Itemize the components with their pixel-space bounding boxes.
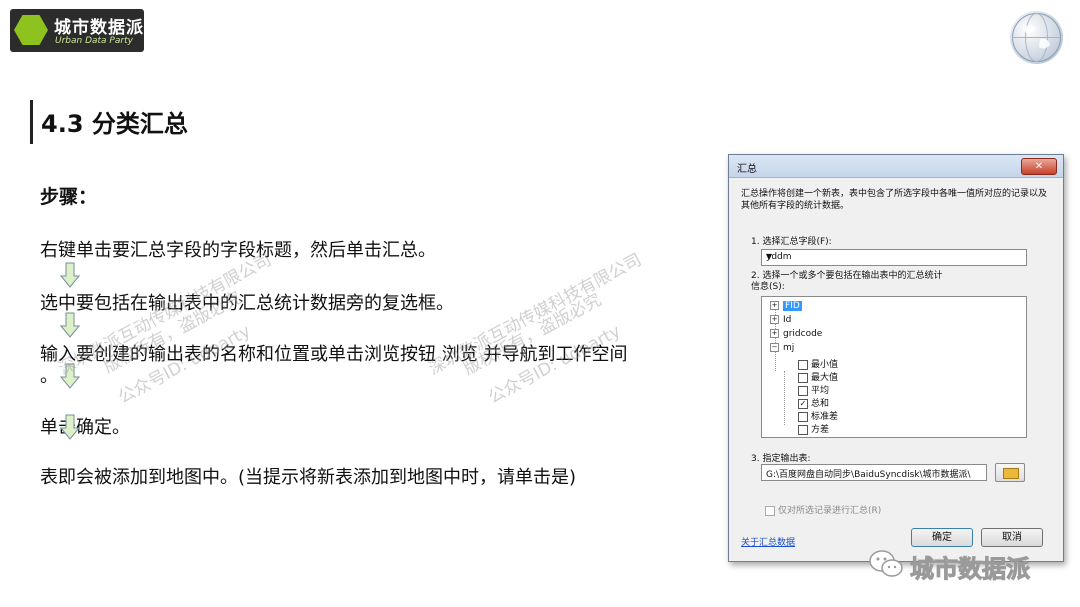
tree-node-label: gridcode — [783, 329, 823, 339]
checkbox-disabled[interactable] — [765, 505, 775, 516]
slide-title: 4.3 分类汇总 — [41, 110, 188, 138]
summarize-dialog: 汇总 ✕ 汇总操作将创建一个新表，表中包含了所选字段中各唯一值所对应的记录以及其… — [728, 154, 1064, 562]
output-table-path: G:\百度网盘自动同步\BaiduSyncdisk\城市数据派\ — [766, 470, 971, 480]
checkbox[interactable] — [798, 411, 808, 422]
selected-only-checkbox[interactable]: 仅对所选记录进行汇总(R) — [765, 503, 881, 516]
logo-name-en: Urban Data Party — [55, 36, 133, 46]
selected-only-label: 仅对所选记录进行汇总(R) — [778, 506, 882, 516]
wechat-icon — [869, 550, 903, 577]
folder-icon — [1003, 468, 1019, 479]
stat-checkbox-variance[interactable]: 方差 — [798, 422, 829, 435]
about-summarize-link[interactable]: 关于汇总数据 — [741, 535, 795, 548]
tree-node-label: mj — [783, 343, 795, 353]
stat-label: 方差 — [811, 425, 830, 435]
step1-label: 1. 选择汇总字段(F): — [751, 237, 832, 247]
checkbox[interactable] — [798, 372, 808, 383]
stat-label: 标准差 — [811, 412, 839, 422]
stat-label: 最大值 — [811, 373, 839, 383]
expand-icon[interactable]: + — [770, 301, 779, 310]
checkbox[interactable] — [798, 359, 808, 370]
logo-mark-icon — [14, 15, 48, 45]
tree-node-id[interactable]: + Id — [770, 315, 791, 325]
tree-node-gridcode[interactable]: + gridcode — [770, 329, 822, 339]
down-arrow-icon — [60, 363, 80, 389]
stat-checkbox-stddev[interactable]: 标准差 — [798, 409, 838, 422]
checkbox[interactable] — [798, 424, 808, 435]
step3-label: 3. 指定输出表: — [751, 454, 811, 464]
step-text-3: 输入要创建的输出表的名称和位置或单击浏览按钮 浏览 并导航到工作空间 — [40, 344, 628, 365]
down-arrow-icon — [60, 262, 80, 288]
expand-icon[interactable]: + — [770, 329, 779, 338]
checkbox[interactable] — [798, 385, 808, 396]
step-text-1: 右键单击要汇总字段的字段标题，然后单击汇总。 — [40, 240, 436, 261]
step2-label: 2. 选择一个或多个要包括在输出表中的汇总统计信息(S): — [751, 271, 943, 292]
close-button[interactable]: ✕ — [1021, 158, 1057, 175]
stat-checkbox-max[interactable]: 最大值 — [798, 370, 838, 383]
expand-icon[interactable]: + — [770, 315, 779, 324]
stat-checkbox-sum[interactable]: ✓ 总和 — [798, 396, 829, 409]
stat-checkbox-mean[interactable]: 平均 — [798, 383, 829, 396]
stat-checkbox-min[interactable]: 最小值 — [798, 357, 838, 370]
globe-icon — [1010, 11, 1063, 64]
down-arrow-icon — [60, 414, 80, 440]
step-text-3-tail: 。 — [40, 366, 58, 387]
brand-logo: 城市数据派 Urban Data Party — [10, 9, 144, 52]
step-text-5: 表即会被添加到地图中。(当提示将新表添加到地图中时，请单击是) — [40, 467, 577, 488]
logo-name-cn: 城市数据派 — [54, 18, 144, 38]
statistics-tree[interactable]: + FID + Id + gridcode − mj 最小值 最大值 平均 ✓ 总和 标准… — [761, 296, 1027, 438]
title-accent-bar — [30, 100, 33, 144]
stat-label: 最小值 — [811, 360, 839, 370]
stat-label: 平均 — [811, 386, 830, 396]
step-text-2: 选中要包括在输出表中的汇总统计数据旁的复选框。 — [40, 293, 454, 314]
output-table-input[interactable]: G:\百度网盘自动同步\BaiduSyncdisk\城市数据派\ — [761, 464, 987, 481]
steps-label: 步骤： — [40, 186, 98, 208]
summarize-field-select[interactable]: yddm ▼ — [761, 249, 1027, 266]
chevron-down-icon: ▼ — [766, 252, 773, 261]
tree-node-mj[interactable]: − mj — [770, 343, 794, 353]
tree-guide-line — [784, 371, 785, 425]
step-text-4: 单击确定。 — [40, 417, 130, 438]
ok-button[interactable]: 确定 — [911, 528, 973, 547]
checkbox-checked[interactable]: ✓ — [798, 398, 808, 409]
cancel-button[interactable]: 取消 — [981, 528, 1043, 547]
stat-label: 总和 — [811, 399, 830, 409]
dialog-titlebar[interactable]: 汇总 ✕ — [729, 155, 1063, 178]
footer-brand-text: 城市数据派 — [910, 555, 1031, 584]
dialog-description: 汇总操作将创建一个新表，表中包含了所选字段中各唯一值所对应的记录以及其他所有字段… — [741, 189, 1048, 211]
tree-node-label: FID — [783, 301, 802, 311]
tree-node-label: Id — [783, 315, 792, 325]
down-arrow-icon — [60, 312, 80, 338]
tree-node-fid[interactable]: + FID — [770, 301, 802, 311]
browse-button[interactable] — [995, 463, 1025, 482]
collapse-icon[interactable]: − — [770, 343, 779, 352]
dialog-title: 汇总 — [737, 164, 757, 175]
